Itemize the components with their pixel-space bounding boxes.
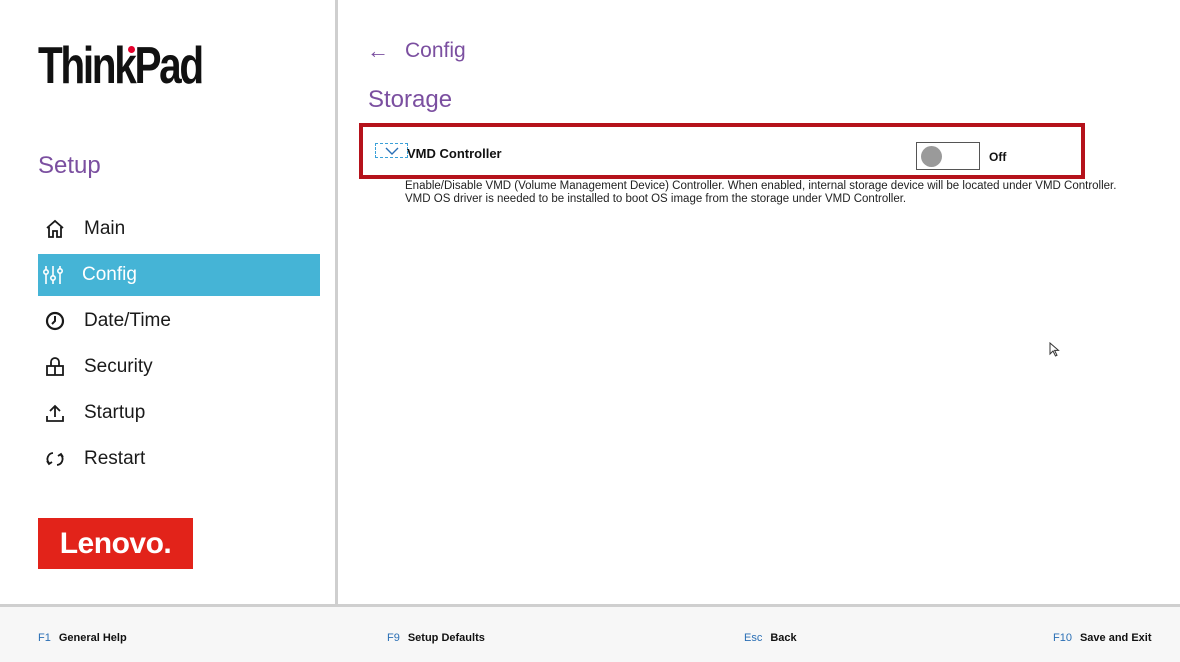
vmd-controller-setting[interactable]: VMD Controller Off <box>359 123 1085 179</box>
sidebar-item-datetime[interactable]: Date/Time <box>38 300 320 342</box>
setting-description: Enable/Disable VMD (Volume Management De… <box>405 180 1117 205</box>
chevron-down-icon <box>385 142 399 160</box>
toggle-state-label: Off <box>989 150 1007 164</box>
sidebar-nav: Main Config Date/Time Security Startup R… <box>38 208 320 484</box>
back-breadcrumb[interactable]: ← Config <box>367 38 466 64</box>
sidebar-item-label: Main <box>84 218 126 239</box>
sidebar-item-main[interactable]: Main <box>38 208 320 250</box>
footer-bar: F1 General Help F9 Setup Defaults Esc Back … <box>0 604 1180 662</box>
thinkpad-logo: ThinkPad <box>38 37 204 95</box>
setting-label: VMD Controller <box>407 146 502 161</box>
help-key[interactable]: F1 General Help <box>38 632 127 644</box>
mouse-cursor-icon <box>1049 341 1061 363</box>
sidebar-item-label: Config <box>82 264 137 285</box>
sidebar-item-label: Restart <box>84 448 146 469</box>
sidebar: ThinkPad Setup Main Config Date/Time Sec… <box>0 0 338 604</box>
sliders-icon <box>42 264 64 286</box>
thinkpad-logo-dot <box>128 46 135 53</box>
key-name: F10 <box>1053 632 1072 644</box>
key-name: Esc <box>744 632 763 644</box>
sidebar-item-label: Startup <box>84 402 146 423</box>
key-name: F1 <box>38 632 51 644</box>
lenovo-logo: Lenovo. <box>38 518 193 569</box>
sidebar-item-config[interactable]: Config <box>38 254 320 296</box>
sidebar-item-label: Date/Time <box>84 310 171 331</box>
sidebar-section-title: Setup <box>38 152 101 179</box>
setup-defaults-key[interactable]: F9 Setup Defaults <box>387 632 485 644</box>
key-label: Back <box>770 632 797 644</box>
expand-toggle[interactable] <box>375 143 408 158</box>
key-label: General Help <box>58 632 127 644</box>
clock-icon <box>44 310 66 332</box>
upload-icon <box>44 402 66 424</box>
key-name: F9 <box>387 632 400 644</box>
sidebar-item-startup[interactable]: Startup <box>38 392 320 434</box>
toggle-knob <box>921 146 942 167</box>
save-exit-key[interactable]: F10 Save and Exit <box>1053 632 1152 644</box>
sidebar-item-restart[interactable]: Restart <box>38 438 320 480</box>
main-panel: ← Config Storage VMD Controller Off Enab… <box>341 0 1180 604</box>
key-label: Save and Exit <box>1079 632 1152 644</box>
home-icon <box>44 218 66 240</box>
lock-icon <box>44 356 66 378</box>
restart-icon <box>44 448 66 470</box>
sidebar-item-label: Security <box>84 356 153 377</box>
breadcrumb-label: Config <box>405 39 466 62</box>
back-key[interactable]: Esc Back <box>744 632 797 644</box>
key-label: Setup Defaults <box>407 632 485 644</box>
page-title: Storage <box>368 86 453 113</box>
sidebar-item-security[interactable]: Security <box>38 346 320 388</box>
vmd-toggle-switch[interactable] <box>916 142 980 170</box>
back-arrow-icon[interactable]: ← <box>367 38 389 64</box>
